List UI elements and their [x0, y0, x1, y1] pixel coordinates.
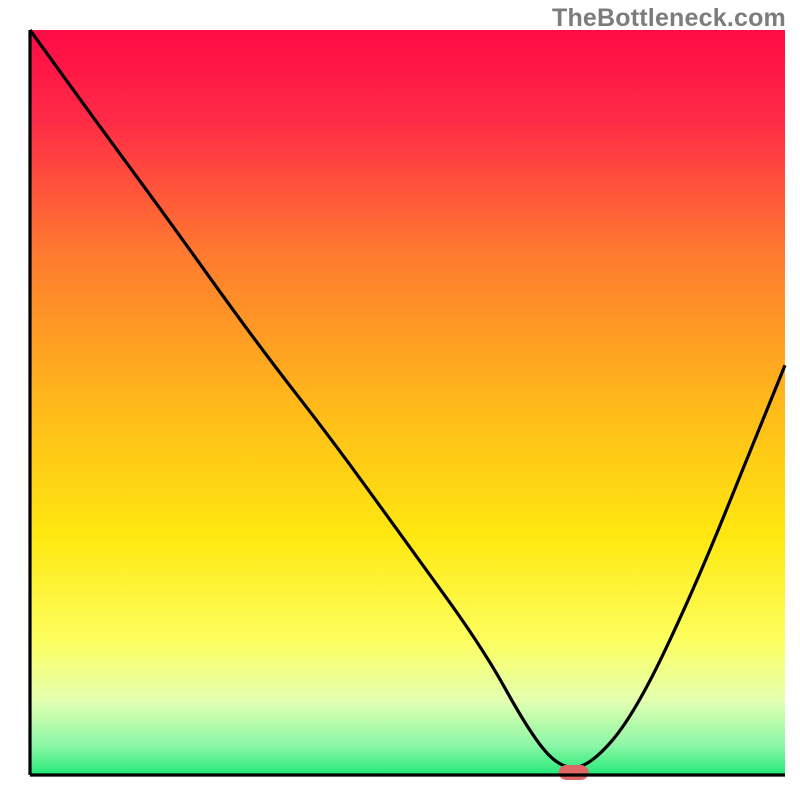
- optimal-marker: [559, 765, 589, 780]
- chart-container: { "watermark": "TheBottleneck.com", "cha…: [0, 0, 800, 800]
- plot-background: [30, 30, 785, 775]
- watermark-text: TheBottleneck.com: [552, 4, 786, 33]
- bottleneck-chart: [0, 0, 800, 800]
